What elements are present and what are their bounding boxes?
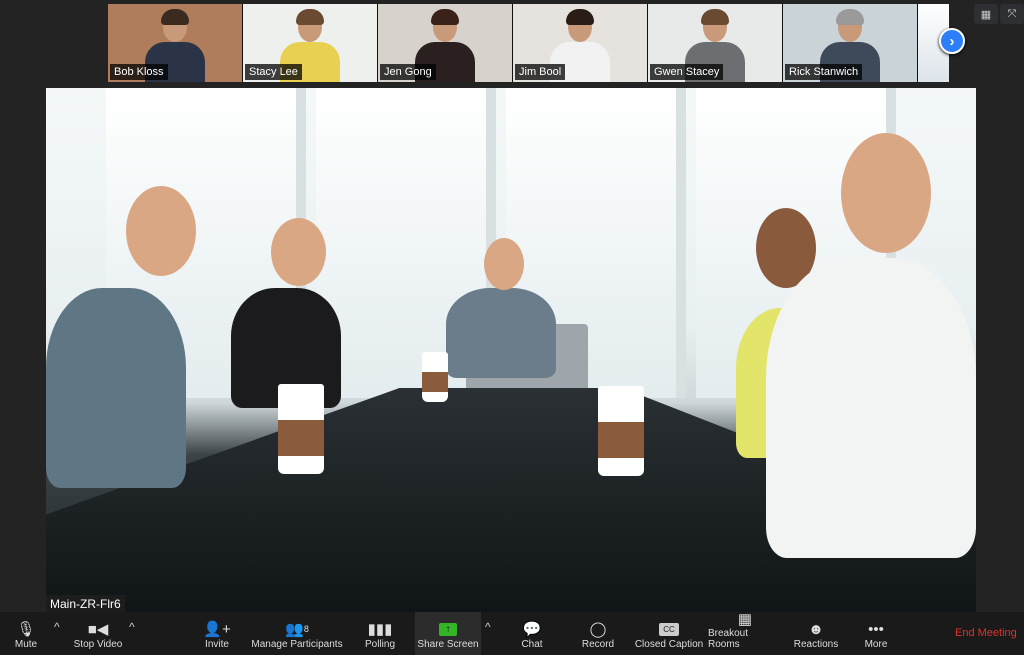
participants-icon: 👥 8 [285,621,309,638]
microphone-icon: 🎙 [16,621,36,638]
share-screen-icon: ↑ [439,619,457,639]
participant-thumbnail[interactable]: Jen Gong [378,4,512,82]
invite-button[interactable]: 👤+ Invite [197,612,237,655]
breakout-rooms-button[interactable]: ▦ Breakout Rooms [708,611,782,655]
participant-thumbnail[interactable]: Gwen Stacey [648,4,782,82]
participant-name: Jim Bool [515,64,566,80]
participant-name: Gwen Stacey [650,64,724,80]
closed-caption-icon: CC [659,619,679,639]
fullscreen-icon[interactable]: ⤧ [1000,4,1024,24]
participant-name: Jen Gong [380,64,436,80]
reactions-label: Reactions [793,639,839,650]
participant-thumbnail[interactable]: Stacy Lee [243,4,377,82]
chevron-right-icon[interactable]: › [939,28,965,54]
participant-name: Rick Stanwich [785,64,863,80]
bar-chart-icon: ▮▮▮ [367,621,393,638]
share-options-caret[interactable]: ^ [485,620,491,634]
polling-button[interactable]: ▮▮▮ Polling [360,612,400,655]
grid-icon[interactable]: ▦ [974,4,998,24]
add-user-icon: 👤+ [203,621,231,638]
more-label: More [864,639,888,650]
participant-count: 8 [303,624,309,634]
share-screen-button[interactable]: ↑ Share Screen [415,612,481,655]
polling-label: Polling [364,639,396,650]
mute-button[interactable]: 🎙 Mute [6,612,46,655]
participant-name: Stacy Lee [245,64,302,80]
stop-video-label: Stop Video [73,639,123,650]
chat-bubble-icon: 💬 [522,621,542,638]
more-button[interactable]: ••• More [856,612,896,655]
invite-label: Invite [205,639,229,650]
breakout-rooms-label: Breakout Rooms [708,628,749,650]
participant-thumbnail[interactable]: Rick Stanwich [783,4,917,82]
smiley-icon: ☻ [808,620,824,638]
participant-thumbnail[interactable]: Jim Bool [513,4,647,82]
video-options-caret[interactable]: ^ [129,620,135,634]
audio-options-caret[interactable]: ^ [54,620,60,634]
breakout-grid-icon: ▦ [737,611,753,628]
manage-participants-button[interactable]: 👥 8 Manage Participants [250,612,344,655]
reactions-button[interactable]: ☻ Reactions [792,612,840,655]
main-video [46,88,976,612]
manage-participants-label: Manage Participants [251,639,343,650]
participant-thumbnail[interactable]: Bob Kloss [108,4,242,82]
closed-caption-label: Closed Caption [634,639,704,650]
closed-caption-button[interactable]: CC Closed Caption [634,612,704,655]
record-icon: ◯ [589,621,607,638]
video-room-label: Main-ZR-Flr6 [46,595,125,613]
end-meeting-button[interactable]: End Meeting [955,627,1017,639]
record-button[interactable]: ◯ Record [578,612,618,655]
record-label: Record [581,639,615,650]
video-camera-icon: ■◀ [87,621,109,638]
chat-label: Chat [521,639,543,650]
cc-glyph: CC [659,622,679,636]
participant-thumbnail-strip: Bob Kloss Stacy Lee Jen Gong Jim Bool Gw… [108,4,949,82]
stop-video-button[interactable]: ■◀ Stop Video [68,612,128,655]
ellipsis-icon: ••• [868,620,884,638]
participant-name: Bob Kloss [110,64,168,80]
mute-label: Mute [14,639,38,650]
share-screen-label: Share Screen [417,639,479,650]
chat-button[interactable]: 💬 Chat [512,612,552,655]
meeting-toolbar: 🎙 Mute ^ ■◀ Stop Video ^ 👤+ Invite 👥 8 Manage… [0,611,1024,655]
